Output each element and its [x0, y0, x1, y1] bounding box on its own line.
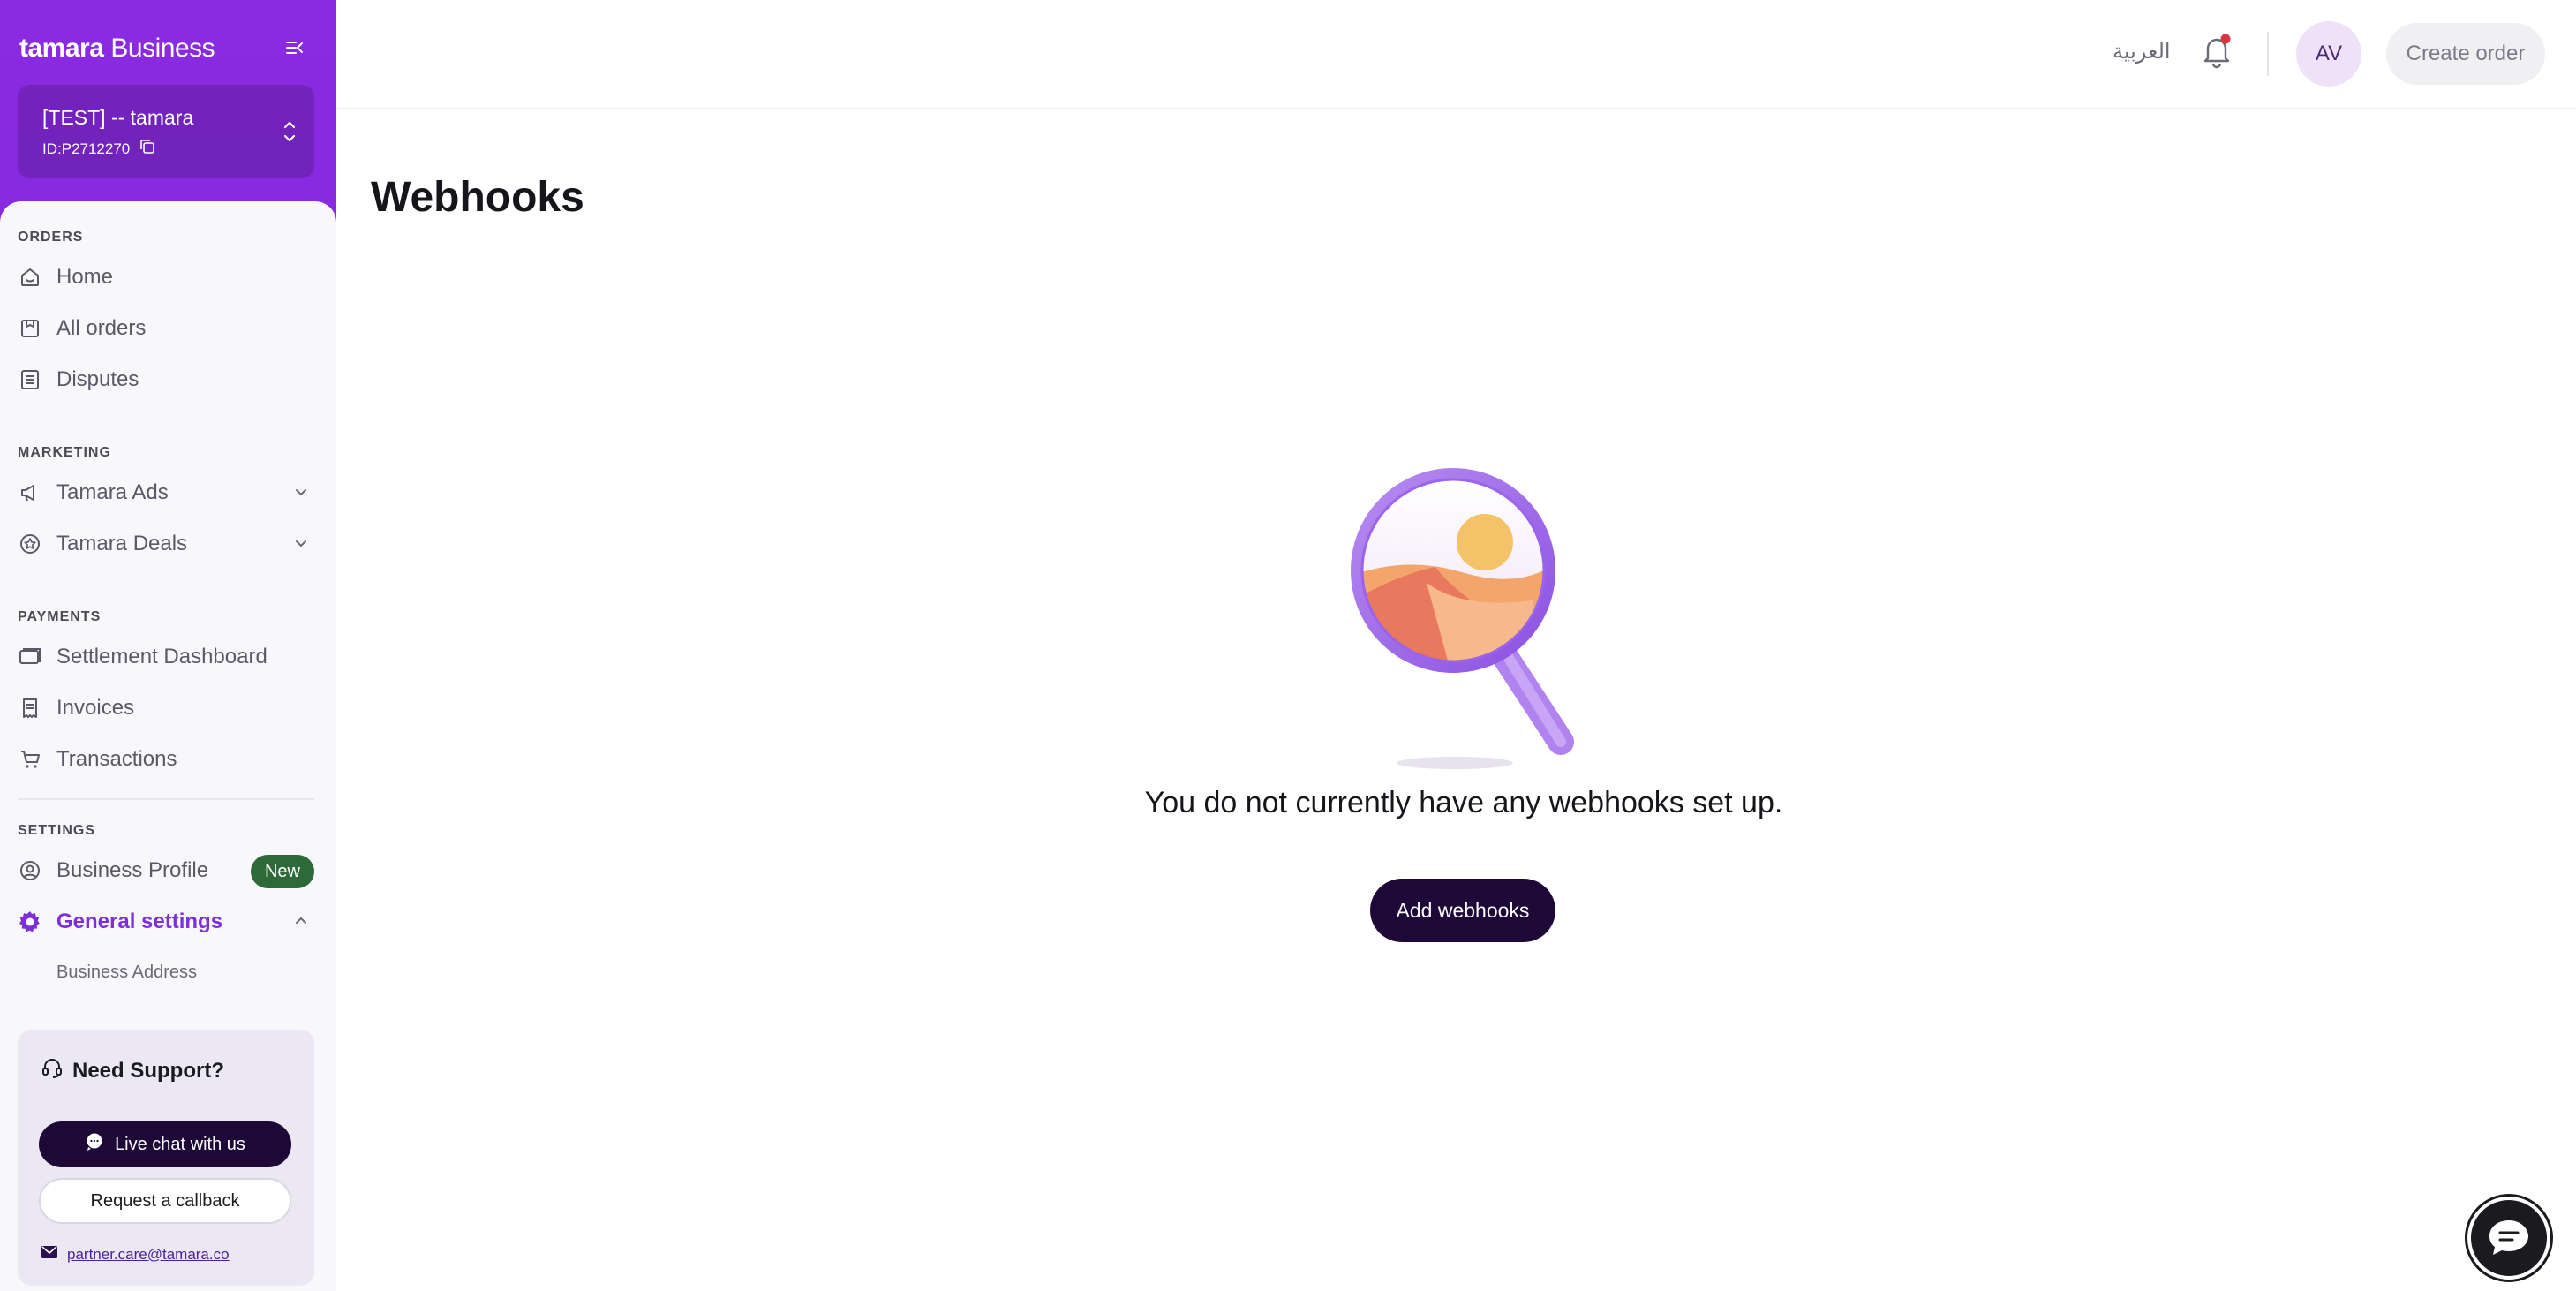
top-header: العربية AV Create order	[336, 0, 2576, 109]
sidebar-item-business-profile[interactable]: Business Profile New	[18, 851, 314, 890]
sidebar-item-label: Tamara Ads	[56, 480, 169, 504]
brand-suffix: Business	[110, 34, 215, 63]
sidebar-item-label: Business Profile	[56, 858, 209, 882]
section-settings: SETTINGS	[18, 823, 96, 838]
create-order-button[interactable]: Create order	[2386, 23, 2545, 85]
headset-icon	[41, 1056, 64, 1085]
section-marketing: MARKETING	[18, 445, 111, 460]
bell-icon[interactable]	[2197, 32, 2236, 71]
disputes-icon	[18, 367, 42, 392]
wallet-icon	[18, 645, 42, 669]
chevron-up-icon	[293, 913, 309, 933]
account-id-row: ID:P2712270	[42, 138, 156, 160]
sidebar-item-general-settings[interactable]: General settings	[18, 902, 314, 941]
sidebar-item-label: Transactions	[56, 747, 177, 771]
sidebar-item-label: Home	[56, 265, 114, 289]
orders-icon	[18, 316, 42, 341]
live-chat-button[interactable]: Live chat with us	[39, 1121, 291, 1167]
empty-state-message: You do not currently have any webhooks s…	[1144, 786, 1783, 819]
chat-bubble-icon	[85, 1132, 104, 1157]
sidebar-item-home[interactable]: Home	[18, 258, 314, 297]
sidebar-item-tamara-ads[interactable]: Tamara Ads	[18, 473, 314, 512]
invoice-icon	[18, 696, 42, 721]
app-root: tamara Business [TEST] -- tamara ID:P271…	[0, 0, 2576, 1291]
sidebar-item-transactions[interactable]: Transactions	[18, 740, 314, 779]
star-badge-icon	[18, 532, 42, 556]
support-heading: Need Support?	[41, 1056, 224, 1085]
section-divider	[18, 798, 314, 800]
sidebar-item-label: All orders	[56, 316, 147, 340]
chevron-down-icon	[293, 535, 309, 555]
support-title: Need Support?	[72, 1058, 224, 1083]
support-email-link[interactable]: partner.care@tamara.co	[41, 1245, 230, 1264]
request-callback-button[interactable]: Request a callback	[39, 1178, 291, 1224]
avatar[interactable]: AV	[2296, 21, 2361, 87]
account-switcher[interactable]: [TEST] -- tamara ID:P2712270	[18, 85, 314, 178]
brand-name: tamara	[19, 34, 104, 63]
copy-icon[interactable]	[139, 138, 156, 160]
sidebar-item-label: Invoices	[56, 696, 135, 720]
account-id-label: ID:	[42, 140, 62, 157]
sidebar-item-label: Tamara Deals	[56, 532, 188, 555]
sidebar-item-settlement-dashboard[interactable]: Settlement Dashboard	[18, 638, 314, 676]
chat-fab-button[interactable]	[2465, 1194, 2553, 1282]
sidebar-item-invoices[interactable]: Invoices	[18, 689, 314, 728]
chat-fab-icon	[2471, 1200, 2547, 1276]
page-title: Webhooks	[371, 174, 584, 221]
add-webhooks-button[interactable]: Add webhooks	[1370, 879, 1555, 942]
sidebar-item-label: Disputes	[56, 367, 139, 391]
sidebar-item-tamara-deals[interactable]: Tamara Deals	[18, 525, 314, 563]
new-badge: New	[250, 855, 314, 888]
chevron-updown-icon	[281, 117, 298, 147]
mail-icon	[41, 1245, 58, 1264]
chevron-down-icon	[293, 484, 309, 504]
home-icon	[18, 265, 42, 290]
gear-icon	[18, 910, 42, 934]
account-id-value: P2712270	[61, 140, 131, 157]
header-divider	[2267, 32, 2269, 76]
sidebar-subitem-business-address[interactable]: Business Address	[56, 963, 197, 983]
live-chat-label: Live chat with us	[115, 1134, 245, 1154]
brand-logo[interactable]: tamara Business	[19, 34, 215, 64]
cart-icon	[18, 747, 42, 772]
account-name: [TEST] -- tamara	[42, 106, 194, 129]
magnifier-illustration	[1329, 450, 1594, 775]
sidebar-item-label: General settings	[56, 910, 223, 933]
sidebar-item-disputes[interactable]: Disputes	[18, 360, 314, 399]
section-payments: PAYMENTS	[18, 609, 102, 624]
sidebar: tamara Business [TEST] -- tamara ID:P271…	[0, 0, 336, 1291]
user-circle-icon	[18, 858, 42, 883]
language-switch[interactable]: العربية	[2113, 39, 2171, 64]
support-card: Need Support? Live chat with us Request …	[18, 1030, 314, 1286]
sidebar-item-all-orders[interactable]: All orders	[18, 309, 314, 348]
support-email: partner.care@tamara.co	[67, 1245, 230, 1263]
megaphone-icon	[18, 480, 42, 505]
sidebar-item-label: Settlement Dashboard	[56, 645, 267, 668]
collapse-sidebar-icon[interactable]	[282, 35, 307, 60]
section-orders: ORDERS	[18, 230, 84, 245]
